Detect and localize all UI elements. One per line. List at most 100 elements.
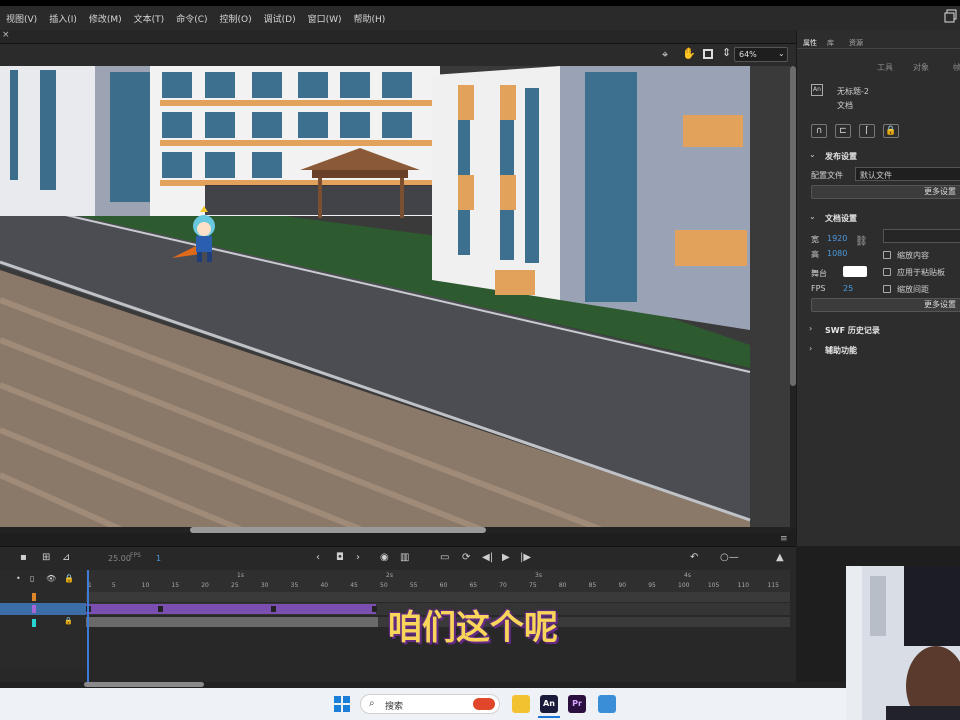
frame-ruler[interactable]: 1 5 10 15 20 25 30 35 40 45 50 55 60 65 70 75 80 85 90 95 10… <box>86 570 790 592</box>
insert-frame-icon[interactable]: ▭ <box>440 552 449 563</box>
menu-modify[interactable]: 修改(M) <box>83 12 128 25</box>
timeline-scroll-thumb[interactable] <box>84 682 204 687</box>
tab-library[interactable]: 库 <box>827 38 834 48</box>
ruler-frame-number: 65 <box>469 582 478 589</box>
menu-window[interactable]: 窗口(W) <box>302 12 348 25</box>
tab-assets[interactable]: 资源 <box>849 38 863 48</box>
hand-tool-icon[interactable]: ✋ <box>682 47 696 60</box>
zoom-select[interactable]: 64% ⌄ <box>734 47 788 62</box>
guides-icon[interactable]: ⌈ <box>859 124 875 138</box>
doc-type: 文档 <box>837 101 853 110</box>
menu-commands[interactable]: 命令(C) <box>170 12 213 25</box>
fps-value[interactable]: 25 <box>843 284 853 293</box>
undo-icon[interactable]: ↶ <box>690 552 698 563</box>
animate-app-icon[interactable]: An <box>540 695 558 713</box>
step-back-icon[interactable]: ◀| <box>482 552 493 563</box>
chevron-down-icon[interactable]: ⌄ <box>809 212 816 221</box>
show-all-icon[interactable]: • <box>16 574 21 583</box>
apply-pasteboard-checkbox[interactable] <box>883 268 891 276</box>
menu-debug[interactable]: 调试(D) <box>258 12 302 25</box>
outline-icon[interactable]: ▯ <box>30 574 34 583</box>
tab-tools[interactable]: 工具 <box>877 62 893 73</box>
current-frame[interactable]: 1 <box>156 554 161 563</box>
accessibility-heading[interactable]: 辅助功能 <box>825 345 857 356</box>
keyframe-marker[interactable] <box>270 606 276 612</box>
window-restore-icon[interactable] <box>944 9 960 25</box>
tab-object[interactable]: 对象 <box>913 62 929 73</box>
layer-depth-icon[interactable]: ⊞ <box>42 552 50 563</box>
lock-icon[interactable]: 🔒 <box>64 617 73 625</box>
swf-history-heading[interactable]: SWF 历史记录 <box>825 325 880 336</box>
playhead[interactable] <box>87 570 89 688</box>
eye-icon[interactable]: 👁 <box>46 574 56 583</box>
link-dimensions-icon[interactable]: ⛓ <box>855 236 868 247</box>
stage-canvas[interactable] <box>0 66 790 529</box>
tab-properties[interactable]: 属性 <box>803 38 817 48</box>
keyframe-marker[interactable] <box>157 606 163 612</box>
chevron-right-icon[interactable]: › <box>809 344 812 353</box>
graph-icon[interactable]: ⊿ <box>62 552 70 563</box>
scale-spacing-checkbox[interactable] <box>883 285 891 293</box>
active-app-indicator <box>538 716 560 718</box>
magnet-icon[interactable]: ∩ <box>811 124 827 138</box>
tab-frame[interactable]: 帧 <box>953 62 960 73</box>
publish-settings-heading[interactable]: 发布设置 <box>825 151 857 162</box>
scale-spacing-label: 缩放间距 <box>897 285 929 294</box>
ruler-frame-number: 30 <box>260 582 269 589</box>
panel-menu-icon[interactable]: ≡ <box>780 534 788 544</box>
file-explorer-icon[interactable] <box>512 695 530 713</box>
ruler-frame-number: 35 <box>290 582 299 589</box>
profile-select[interactable]: 默认文件 <box>855 167 960 181</box>
scale-content-checkbox[interactable] <box>883 251 891 259</box>
prev-keyframe-icon[interactable]: ‹ <box>316 552 320 563</box>
layer-row-selected[interactable] <box>0 603 86 615</box>
width-value[interactable]: 1920 <box>827 234 847 243</box>
fps-unit: FPS <box>130 552 141 559</box>
motion-tween-span[interactable] <box>86 604 376 614</box>
chevron-right-icon[interactable]: › <box>809 324 812 333</box>
keyframe-marker[interactable] <box>372 606 378 612</box>
keyframe-icon[interactable]: ◘ <box>336 552 344 563</box>
step-forward-icon[interactable]: |▶ <box>520 552 531 563</box>
zoom-stepper-icon[interactable]: ⇕ <box>722 46 731 59</box>
close-doc-icon[interactable]: × <box>2 30 10 40</box>
photos-app-icon[interactable] <box>598 695 616 713</box>
layer-color-tag <box>32 605 36 613</box>
premiere-app-icon[interactable]: Pr <box>568 695 586 713</box>
edit-multiple-icon[interactable]: ▥ <box>400 552 409 563</box>
ruler-second-marker: 2s <box>386 572 393 579</box>
ruler-frame-number: 60 <box>439 582 448 589</box>
document-more-settings-button[interactable]: 更多设置 <box>811 298 960 312</box>
lock-icon[interactable]: 🔒 <box>883 124 899 138</box>
clip-stage-icon[interactable] <box>703 49 713 59</box>
start-icon[interactable] <box>334 696 350 712</box>
menu-text[interactable]: 文本(T) <box>128 12 171 25</box>
height-value[interactable]: 1080 <box>827 249 847 258</box>
stage-color-swatch[interactable] <box>843 266 867 277</box>
ruler-frame-number: 115 <box>767 582 779 589</box>
mountain-icon[interactable]: ▲ <box>776 552 784 563</box>
center-stage-icon[interactable]: ⌖ <box>662 48 668 62</box>
fps-readout[interactable]: 25.00 <box>108 554 131 563</box>
menu-insert[interactable]: 插入(I) <box>43 12 83 25</box>
menu-help[interactable]: 帮助(H) <box>348 12 392 25</box>
play-icon[interactable]: ▶ <box>502 552 510 563</box>
onion-skin-icon[interactable]: ◉ <box>380 552 389 563</box>
next-keyframe-icon[interactable]: › <box>356 552 360 563</box>
loop-icon[interactable]: ⟳ <box>462 552 470 563</box>
units-select[interactable] <box>883 229 960 243</box>
doc-title: 无标题-2 <box>837 87 869 96</box>
publish-more-settings-button[interactable]: 更多设置 <box>811 185 960 199</box>
menu-view[interactable]: 视图(V) <box>0 12 43 25</box>
chevron-down-icon[interactable]: ⌄ <box>809 150 816 159</box>
camera-icon[interactable]: ▪ <box>20 552 27 563</box>
lock-icon[interactable]: 🔒 <box>64 574 74 583</box>
layer-list: • ▯ 👁 🔒 🔒 <box>0 570 86 668</box>
document-settings-heading[interactable]: 文档设置 <box>825 213 857 224</box>
stage-horizontal-scroll-thumb[interactable] <box>190 527 486 533</box>
menu-control[interactable]: 控制(O) <box>214 12 258 25</box>
taskbar-search[interactable]: ⌕ 搜索 <box>360 694 500 714</box>
snap-icon[interactable]: ⊏ <box>835 124 851 138</box>
zoom-slider-icon[interactable]: ○— <box>720 552 739 563</box>
frame-span[interactable] <box>86 617 378 627</box>
